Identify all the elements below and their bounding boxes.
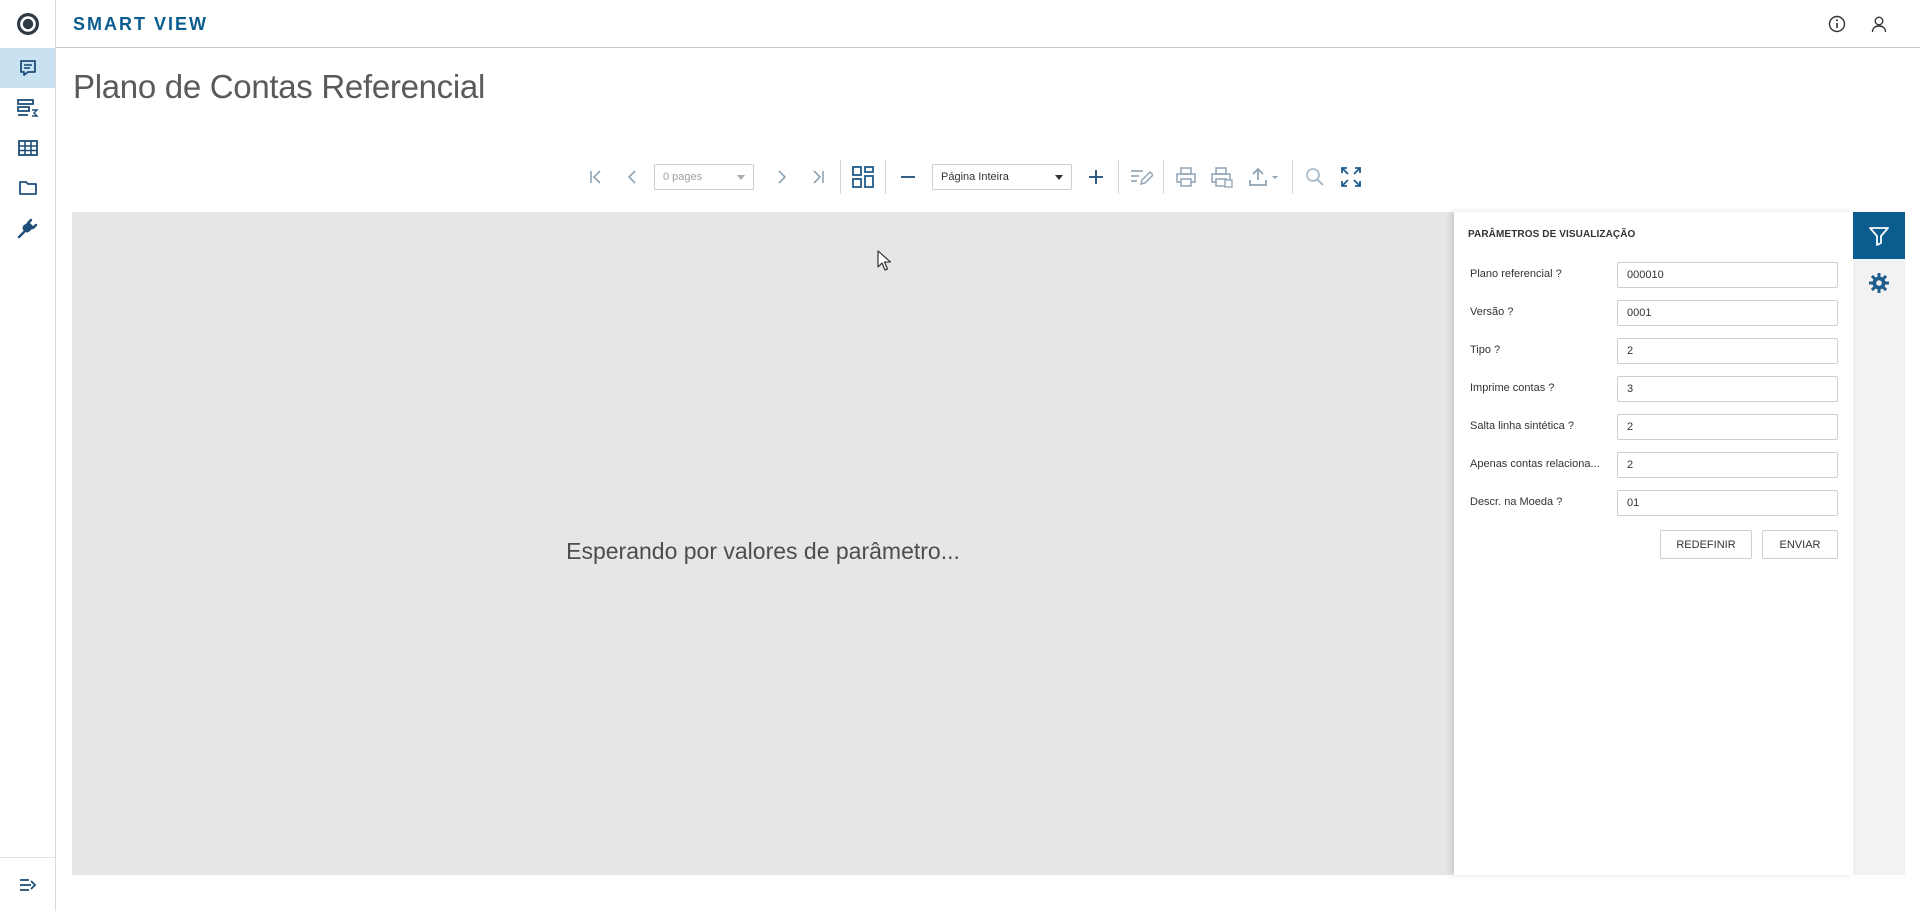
edit-parameters-button[interactable] [1123, 158, 1159, 196]
toolbar-divider [1163, 160, 1164, 194]
param-row: Salta linha sintética ? [1470, 414, 1839, 440]
toolbar-divider [1118, 160, 1119, 194]
plano-referencial-input[interactable] [1617, 262, 1838, 288]
submit-button[interactable]: ENVIAR [1762, 530, 1838, 559]
apenas-contas-input[interactable] [1617, 452, 1838, 478]
zoom-select-value: Página Inteira [941, 171, 1009, 183]
descr-moeda-input[interactable] [1617, 490, 1838, 516]
expand-menu-icon [19, 878, 36, 891]
viewer-toolbar: 0 pages Página Inteira [578, 158, 1369, 196]
rail-expand-button[interactable] [0, 857, 55, 911]
tipo-input[interactable] [1617, 338, 1838, 364]
user-button[interactable] [1867, 12, 1891, 36]
param-row: Imprime contas ? [1470, 376, 1839, 402]
info-button[interactable] [1825, 12, 1849, 36]
mouse-cursor-icon [877, 250, 892, 271]
toolbar-divider [885, 160, 886, 194]
previous-page-button[interactable] [614, 158, 650, 196]
logo-icon [17, 13, 39, 35]
pages-select-value: 0 pages [663, 171, 703, 183]
toolbar-divider [840, 160, 841, 194]
tab-settings[interactable] [1853, 259, 1905, 306]
fullscreen-icon [1341, 167, 1361, 187]
left-rail [0, 0, 56, 911]
thumbnails-button[interactable] [845, 158, 881, 196]
edit-list-icon [1131, 170, 1153, 186]
report-icon [19, 60, 36, 76]
param-label: Tipo ? [1470, 344, 1501, 356]
tab-filters[interactable] [1853, 212, 1905, 259]
param-label: Apenas contas relaciona... [1470, 458, 1600, 470]
print-button[interactable] [1168, 158, 1204, 196]
minus-icon [901, 176, 915, 178]
param-row: Apenas contas relaciona... [1470, 452, 1839, 478]
pages-select[interactable]: 0 pages [654, 164, 754, 190]
app-logo[interactable] [0, 0, 56, 48]
rail-item-reports[interactable] [0, 48, 55, 88]
reset-button[interactable]: REDEFINIR [1660, 530, 1752, 559]
info-icon [1828, 15, 1846, 33]
rail-item-connections[interactable] [0, 208, 55, 248]
search-button[interactable] [1297, 158, 1333, 196]
page-title: Plano de Contas Referencial [73, 68, 485, 105]
parameters-title: PARÂMETROS DE VISUALIZAÇÃO [1468, 229, 1636, 240]
list-sum-icon [16, 99, 39, 117]
folder-icon [18, 181, 37, 195]
export-button[interactable] [1240, 158, 1288, 196]
app-brand: SMART VIEW [73, 14, 208, 34]
rail-item-tables[interactable] [0, 128, 55, 168]
chevron-left-icon [627, 170, 636, 184]
rail-item-folders[interactable] [0, 168, 55, 208]
user-icon [1871, 16, 1887, 33]
param-row: Versão ? [1470, 300, 1839, 326]
upload-icon [1249, 167, 1278, 186]
last-page-button[interactable] [800, 158, 836, 196]
last-page-icon [813, 170, 824, 184]
printer-icon [1176, 167, 1196, 187]
side-tabs [1853, 212, 1905, 875]
top-header: SMART VIEW [56, 0, 1920, 48]
plus-icon [1089, 170, 1103, 184]
search-icon [1306, 168, 1324, 186]
toolbar-divider [1292, 160, 1293, 194]
param-label: Plano referencial ? [1470, 268, 1562, 280]
plug-icon [17, 218, 37, 239]
zoom-out-button[interactable] [890, 158, 926, 196]
table-icon [17, 140, 38, 156]
next-page-button[interactable] [764, 158, 800, 196]
grid-view-icon [852, 166, 874, 188]
gear-icon [1869, 272, 1889, 293]
filter-icon [1869, 226, 1889, 246]
salta-linha-input[interactable] [1617, 414, 1838, 440]
param-label: Versão ? [1470, 306, 1514, 318]
param-row: Descr. na Moeda ? [1470, 490, 1839, 516]
param-label: Imprime contas ? [1470, 382, 1555, 394]
printer-page-icon [1211, 167, 1233, 188]
imprime-contas-input[interactable] [1617, 376, 1838, 402]
report-viewer: Esperando por valores de parâmetro... [72, 212, 1454, 875]
rail-item-totals[interactable] [0, 88, 55, 128]
param-label: Descr. na Moeda ? [1470, 496, 1563, 508]
first-page-button[interactable] [578, 158, 614, 196]
fullscreen-button[interactable] [1333, 158, 1369, 196]
versao-input[interactable] [1617, 300, 1838, 326]
print-page-button[interactable] [1204, 158, 1240, 196]
waiting-message: Esperando por valores de parâmetro... [566, 538, 960, 564]
parameters-panel: PARÂMETROS DE VISUALIZAÇÃO Plano referen… [1454, 212, 1853, 875]
zoom-select[interactable]: Página Inteira [932, 164, 1072, 190]
chevron-right-icon [778, 170, 787, 184]
zoom-in-button[interactable] [1078, 158, 1114, 196]
param-label: Salta linha sintética ? [1470, 420, 1574, 432]
app-root: SMART VIEW Plano de Contas Referencial 0… [0, 0, 1920, 911]
param-row: Tipo ? [1470, 338, 1839, 364]
first-page-icon [590, 170, 601, 184]
param-row: Plano referencial ? [1470, 262, 1839, 288]
chevron-down-icon [737, 174, 745, 180]
chevron-down-icon [1055, 174, 1063, 180]
